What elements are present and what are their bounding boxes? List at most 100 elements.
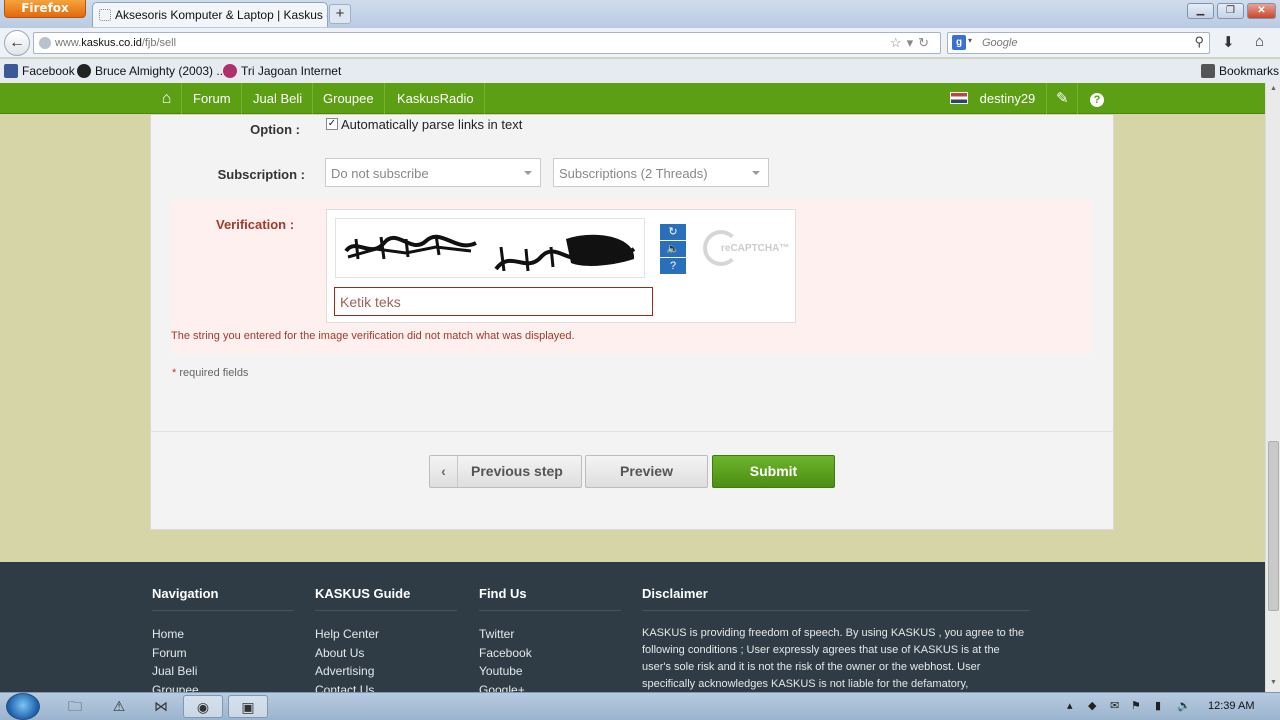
tray-expand-icon[interactable]: ▴	[1067, 699, 1073, 712]
nav-forum[interactable]: Forum	[183, 83, 242, 114]
tray-flag-icon[interactable]: ⚑	[1131, 699, 1141, 712]
preview-button[interactable]: Preview	[585, 455, 708, 488]
google-engine-icon[interactable]: g	[952, 35, 966, 50]
footer-link-help-center[interactable]: Help Center	[315, 625, 457, 644]
page-scrollbar[interactable]: ▲ ▼	[1265, 83, 1280, 692]
scrollbar-thumb[interactable]	[1268, 441, 1279, 611]
footer-find-us: Find Us Twitter Facebook Youtube Google+	[479, 586, 621, 692]
engine-dropdown-icon[interactable]: ▾	[968, 36, 972, 45]
footer-link-forum[interactable]: Forum	[152, 644, 294, 663]
nav-divider	[1077, 83, 1078, 114]
taskbar-clock[interactable]: 12:39 AM	[1208, 700, 1254, 712]
reload-icon[interactable]: ↻	[918, 35, 934, 50]
footer-link-about-us[interactable]: About Us	[315, 644, 457, 663]
footer-link-jual-beli[interactable]: Jual Beli	[152, 662, 294, 681]
downloads-icon[interactable]: ⬇	[1222, 33, 1235, 51]
bookmark-tri-jagoan[interactable]: Tri Jagoan Internet	[223, 64, 341, 78]
captcha-text-input[interactable]: Ketik teks	[334, 287, 653, 316]
bookmark-star-icon[interactable]: ☆	[890, 35, 907, 50]
home-icon[interactable]: ⌂	[1255, 33, 1264, 50]
user-menu[interactable]: destiny29	[950, 83, 1035, 114]
start-button-icon[interactable]	[6, 693, 40, 720]
footer-heading: Navigation	[152, 586, 294, 611]
kaskus-home-icon[interactable]: ⌂	[152, 83, 182, 114]
app-taskbar-icon[interactable]: ⚠	[99, 695, 139, 718]
audio-icon[interactable]: 🔈	[660, 241, 686, 257]
scroll-down-icon[interactable]: ▼	[1268, 679, 1279, 686]
parse-links-checkbox[interactable]: ✓	[326, 118, 338, 130]
footer-heading: Find Us	[479, 586, 621, 611]
window-taskbar-icon[interactable]: ▣	[228, 695, 268, 718]
verification-label: Verification :	[216, 217, 295, 232]
firefox-taskbar-icon[interactable]: ◉	[183, 695, 223, 718]
option-label: Option :	[250, 122, 300, 137]
tray-network-icon[interactable]: ◆	[1088, 699, 1096, 712]
subscription-selected: Do not subscribe	[331, 166, 429, 181]
footer-link-groupee[interactable]: Groupee	[152, 681, 294, 692]
user-avatar	[950, 92, 968, 104]
bookmark-facebook[interactable]: Facebook	[4, 64, 75, 78]
page-body: Option : ✓ Automatically parse links in …	[0, 115, 1265, 692]
required-fields-note: * required fields	[172, 367, 248, 379]
previous-step-button[interactable]: ‹ Previous step	[429, 455, 582, 488]
search-magnifier-icon[interactable]: ⚲	[1194, 34, 1204, 50]
captcha-error-message: The string you entered for the image ver…	[171, 330, 575, 342]
bookmarks-menu-button[interactable]: Bookmarks	[1201, 64, 1279, 78]
bookmarks-toolbar: Facebook Bruce Almighty (2003) ... Tri J…	[0, 59, 1280, 83]
kaskus-top-nav: ⌂ Forum Jual Beli Groupee KaskusRadio de…	[0, 83, 1265, 114]
media-taskbar-icon[interactable]: ⋈	[141, 695, 181, 718]
nav-kaskusradio[interactable]: KaskusRadio	[387, 83, 485, 114]
tab-title: Aksesoris Komputer & Laptop | Kaskus - .…	[115, 8, 328, 22]
url-prefix: www.	[55, 37, 82, 49]
footer-link-home[interactable]: Home	[152, 625, 294, 644]
firefox-menu-button[interactable]: Firefox	[4, 0, 86, 18]
page-favicon-icon	[99, 9, 111, 21]
tri-logo-icon	[223, 64, 237, 78]
browser-title-bar: Firefox Aksesoris Komputer & Laptop | Ka…	[0, 0, 1280, 28]
nav-jual-beli[interactable]: Jual Beli	[243, 83, 314, 114]
facebook-icon	[4, 64, 18, 78]
nav-groupee[interactable]: Groupee	[313, 83, 385, 114]
help-icon[interactable]: ?	[660, 258, 686, 274]
recaptcha-logo-text: reCAPTCHA™	[721, 243, 790, 254]
browser-tab-active[interactable]: Aksesoris Komputer & Laptop | Kaskus - .…	[92, 2, 328, 27]
help-icon: ?	[1090, 93, 1104, 107]
close-window-button[interactable]: ✕	[1247, 3, 1276, 19]
new-tab-button[interactable]: +	[329, 4, 351, 24]
back-arrow-icon[interactable]: ←	[4, 30, 30, 56]
captcha-widget: ↻ 🔈 ? reCAPTCHA™ Ketik teks	[326, 209, 796, 323]
subscription-select[interactable]: Do not subscribe	[325, 158, 541, 187]
tray-signal-icon[interactable]: ▮	[1155, 699, 1161, 712]
footer-kaskus-guide: KASKUS Guide Help Center About Us Advert…	[315, 586, 457, 692]
url-path: /fjb/sell	[141, 37, 177, 49]
recaptcha-logo: reCAPTCHA™	[703, 228, 789, 268]
submit-button[interactable]: Submit	[712, 455, 835, 488]
windows-taskbar: 🗀 ⚠ ⋈ ◉ ▣ ▴ ◆ ✉ ⚑ ▮ 🔊 12:39 AM	[0, 692, 1280, 720]
chevron-down-icon	[524, 171, 532, 175]
site-identity-icon[interactable]	[39, 37, 51, 49]
restore-window-button[interactable]: ❐	[1217, 3, 1244, 19]
tray-app-icon[interactable]: ✉	[1110, 699, 1119, 712]
url-bar-icons: ☆▾↻	[890, 35, 934, 51]
subscriptions-threads-selected: Subscriptions (2 Threads)	[559, 166, 708, 181]
footer-heading: Disclaimer	[642, 586, 1030, 611]
history-dropdown-icon[interactable]: ▾	[907, 35, 919, 50]
edit-pencil-icon[interactable]: ✎	[1056, 83, 1069, 114]
footer-link-google-plus[interactable]: Google+	[479, 681, 621, 692]
footer-link-facebook[interactable]: Facebook	[479, 644, 621, 663]
minimize-window-button[interactable]: ▁	[1187, 3, 1214, 19]
subscriptions-threads-select[interactable]: Subscriptions (2 Threads)	[553, 158, 769, 187]
scroll-up-icon[interactable]: ▲	[1268, 85, 1279, 92]
url-bar[interactable]: www.kaskus.co.id/fjb/sell ☆▾↻	[33, 32, 941, 54]
footer-link-contact-us[interactable]: Contact Us	[315, 681, 457, 692]
footer-link-advertising[interactable]: Advertising	[315, 662, 457, 681]
search-placeholder: Google	[982, 37, 1018, 49]
footer-link-twitter[interactable]: Twitter	[479, 625, 621, 644]
bookmark-bruce-almighty[interactable]: Bruce Almighty (2003) ...	[77, 64, 226, 78]
footer-link-youtube[interactable]: Youtube	[479, 662, 621, 681]
explorer-taskbar-icon[interactable]: 🗀	[55, 695, 95, 718]
search-bar[interactable]: g ▾ Google ⚲	[947, 32, 1210, 54]
help-button[interactable]: ?	[1090, 83, 1104, 114]
refresh-icon[interactable]: ↻	[660, 224, 686, 240]
tray-volume-icon[interactable]: 🔊	[1177, 699, 1191, 712]
